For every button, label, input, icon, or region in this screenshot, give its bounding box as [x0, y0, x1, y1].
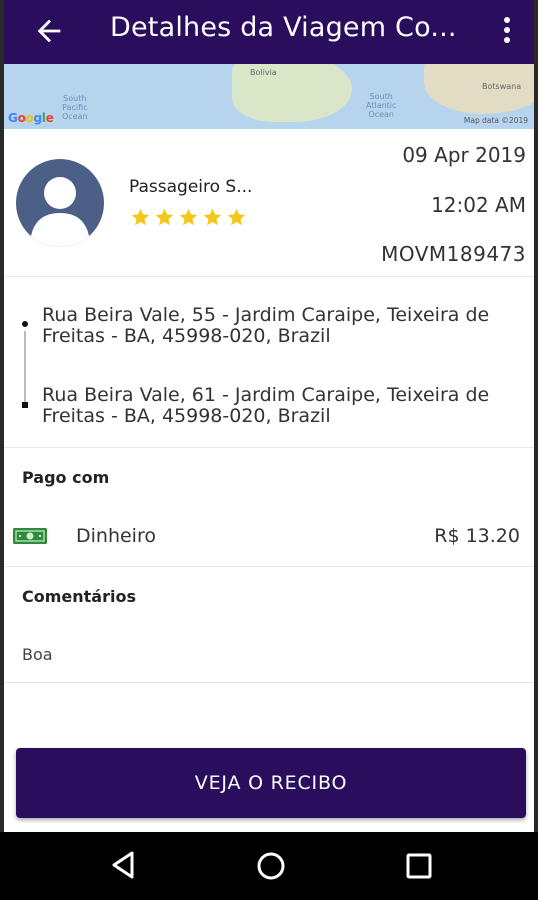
device-frame: Detalhes da Viagem Co... Bolivia Botswan… — [0, 0, 538, 900]
app-screen: Detalhes da Viagem Co... Bolivia Botswan… — [4, 0, 534, 832]
map-label-south-pacific: South Pacific Ocean — [62, 94, 88, 121]
dropoff-square-icon — [22, 402, 28, 408]
google-logo: Google — [8, 111, 54, 125]
map-label-south-atlantic: South Atlantic Ocean — [366, 92, 397, 119]
system-nav-bar — [0, 832, 538, 900]
payment-section-title: Pago com — [22, 468, 110, 487]
passenger-name: Passageiro S... — [129, 177, 253, 197]
star-icon — [179, 208, 198, 226]
comments-section-title: Comentários — [22, 587, 136, 606]
star-icon — [155, 208, 174, 226]
nav-back-icon[interactable] — [108, 849, 138, 881]
map-label-bolivia: Bolivia — [250, 68, 277, 77]
trip-time: 12:02 AM — [431, 193, 526, 217]
cash-icon — [13, 528, 47, 544]
star-icon — [131, 208, 150, 226]
star-icon — [203, 208, 222, 226]
trip-id: MOVM189473 — [381, 242, 526, 266]
star-icon — [227, 208, 246, 226]
trip-route: Rua Beira Vale, 55 - Jardim Caraipe, Tei… — [4, 277, 534, 448]
nav-home-icon[interactable] — [255, 850, 287, 882]
passenger-rating — [130, 207, 247, 231]
payment-method: Dinheiro — [76, 525, 156, 547]
route-connector-line — [24, 331, 26, 403]
page-title: Detalhes da Viagem Co... — [110, 12, 457, 43]
map-attribution: Map data ©2019 — [463, 116, 528, 125]
route-map[interactable]: Bolivia Botswana South Pacific Ocean Sou… — [4, 64, 534, 129]
passenger-info: Passageiro S... 09 Apr 2019 12:02 AM MOV… — [4, 129, 534, 277]
dropoff-address: Rua Beira Vale, 61 - Jardim Caraipe, Tei… — [42, 384, 490, 427]
pickup-address: Rua Beira Vale, 55 - Jardim Caraipe, Tei… — [42, 304, 490, 347]
more-options-icon[interactable] — [492, 14, 522, 50]
pickup-dot-icon — [22, 321, 28, 327]
view-receipt-button[interactable]: VEJA O RECIBO — [16, 748, 526, 818]
trip-date: 09 Apr 2019 — [402, 143, 526, 167]
nav-recents-icon[interactable] — [404, 851, 434, 881]
person-icon — [30, 177, 90, 247]
comment-text: Boa — [22, 645, 53, 664]
comments-section: Comentários Boa — [4, 567, 534, 683]
back-arrow-icon[interactable] — [32, 14, 66, 48]
payment-section: Pago com Dinheiro R$ 13.20 — [4, 448, 534, 567]
payment-amount: R$ 13.20 — [434, 525, 520, 547]
passenger-avatar — [16, 159, 104, 247]
app-bar: Detalhes da Viagem Co... — [4, 0, 534, 64]
map-label-botswana: Botswana — [482, 82, 522, 91]
